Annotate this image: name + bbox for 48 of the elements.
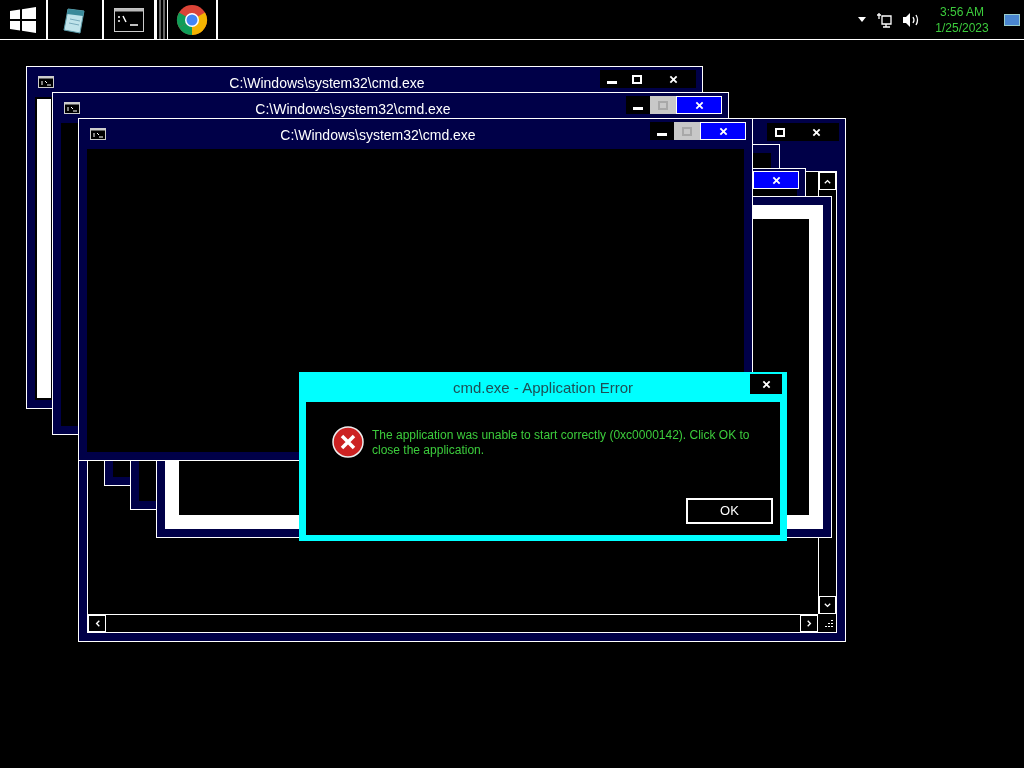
scroll-button[interactable]: [88, 615, 106, 632]
close-icon: [771, 175, 781, 185]
error-message: The application was unable to start correctly (0xc0000142). Click OK to close the application.: [372, 428, 751, 458]
minimize-icon: [657, 132, 667, 136]
console-icon: [90, 128, 106, 140]
close-icon: [761, 379, 771, 389]
close-icon: [718, 126, 728, 136]
close-button[interactable]: [753, 171, 799, 189]
window-title: C:\Windows\system32\cmd.exe: [279, 126, 477, 145]
clock-time: 3:56 AM: [940, 3, 984, 20]
window-title: C:\Windows\system32\cmd.exe: [254, 100, 452, 119]
minimize-button[interactable]: [626, 96, 650, 114]
maximize-button[interactable]: [767, 123, 793, 141]
close-icon: [668, 74, 678, 84]
console-icon: [38, 76, 54, 88]
dialog-title: cmd.exe - Application Error: [451, 378, 635, 398]
console-icon: [64, 102, 80, 114]
ok-button[interactable]: OK: [686, 498, 773, 524]
close-button[interactable]: [793, 123, 839, 141]
resize-grip-icon[interactable]: [822, 618, 834, 630]
clock-date: 1/25/2023: [935, 19, 989, 36]
network-icon[interactable]: [876, 11, 892, 28]
browser-logo-icon: [176, 3, 208, 36]
show-desktop-icon[interactable]: [1004, 13, 1020, 26]
maximize-icon: [658, 100, 668, 110]
close-button[interactable]: [700, 122, 746, 140]
close-button[interactable]: [676, 96, 722, 114]
close-icon: [694, 100, 704, 110]
scroll-button[interactable]: [819, 172, 836, 190]
close-button[interactable]: [750, 374, 782, 394]
scroll-button[interactable]: [800, 615, 818, 632]
close-icon: [811, 127, 821, 137]
minimize-icon: [607, 80, 617, 84]
minimize-icon: [633, 106, 643, 110]
minimize-button[interactable]: [600, 70, 624, 88]
minimize-button[interactable]: [650, 122, 674, 140]
caret-icon[interactable]: [858, 17, 866, 22]
scroll-button[interactable]: [819, 596, 836, 614]
maximize-icon: [632, 74, 642, 84]
maximize-icon: [775, 127, 785, 137]
windows-logo-icon: [10, 6, 36, 33]
clock[interactable]: 3:56 AM 1/25/2023: [930, 3, 994, 36]
window-title: C:\Windows\system32\cmd.exe: [228, 74, 426, 93]
close-button[interactable]: [650, 70, 696, 88]
error-icon: [332, 426, 364, 458]
speaker-icon[interactable]: [902, 11, 920, 28]
maximize-icon: [682, 126, 692, 136]
console-icon: [114, 7, 144, 32]
